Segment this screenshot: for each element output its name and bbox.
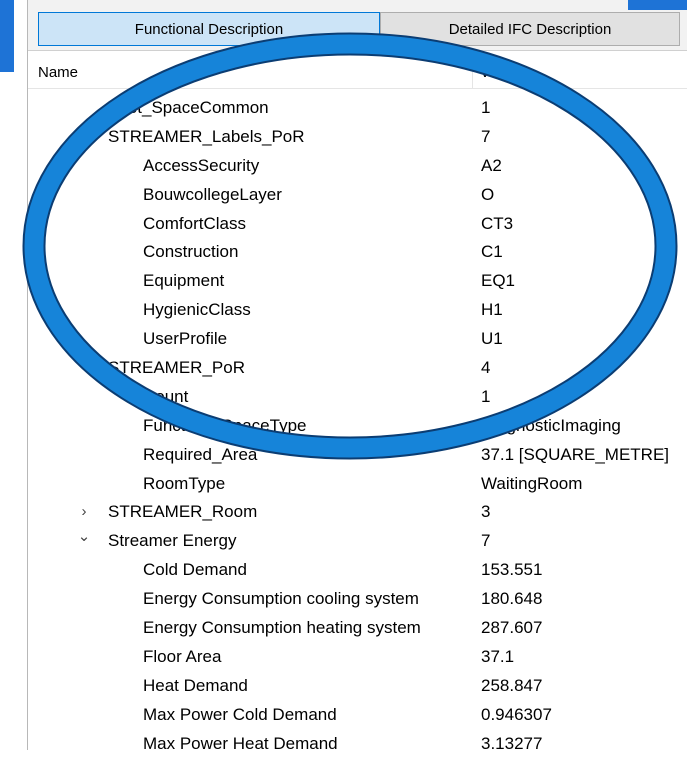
property-row[interactable]: Floor Area 37.1 — [28, 643, 687, 672]
row-name: Streamer Energy — [108, 531, 237, 551]
property-row[interactable]: RoomType WaitingRoom — [28, 470, 687, 499]
row-name: AccessSecurity — [143, 155, 260, 175]
tab-functional-description[interactable]: Functional Description — [38, 12, 380, 46]
property-row[interactable]: Construction C1 — [28, 238, 687, 267]
column-header-row: Name Value — [28, 58, 687, 89]
property-row[interactable]: HygienicClass H1 — [28, 296, 687, 325]
row-value: 4 — [481, 358, 491, 378]
property-set-row[interactable]: ⌄ Streamer Energy 7 — [28, 527, 687, 556]
row-name: Count — [143, 386, 189, 406]
property-row[interactable]: Max Power Heat Demand 3.13277 — [28, 730, 687, 759]
left-accent-bar — [0, 0, 14, 72]
row-value: 7 — [481, 531, 491, 551]
row-name: Pset_SpaceCommon — [108, 98, 269, 117]
row-name: Max Power Heat Demand — [143, 733, 338, 753]
property-row[interactable]: Cold Demand 153.551 — [28, 556, 687, 585]
column-divider[interactable] — [472, 58, 473, 88]
property-row[interactable]: FunctionalSpaceType DiagnosticImaging — [28, 412, 687, 441]
row-value: 7 — [481, 126, 491, 146]
row-name: Equipment — [143, 271, 225, 291]
property-row[interactable]: Energy Consumption heating system 287.607 — [28, 614, 687, 643]
row-value: 1 — [481, 386, 491, 406]
row-value: 1 — [481, 98, 491, 117]
property-row[interactable]: Required_Area 37.1 [SQUARE_METRE] — [28, 441, 687, 470]
property-set-row[interactable]: › STREAMER_Room 3 — [28, 498, 687, 527]
row-value: O — [481, 184, 495, 204]
row-name: ComfortClass — [143, 213, 246, 233]
row-name: Heat Demand — [143, 675, 248, 695]
tab-detailed-ifc-description[interactable]: Detailed IFC Description — [380, 12, 680, 46]
row-value: 287.607 — [481, 618, 543, 638]
row-name: FunctionalSpaceType — [143, 415, 307, 435]
row-name: BouwcollegeLayer — [143, 184, 282, 204]
chevron-down-icon[interactable]: ⌄ — [76, 354, 92, 374]
row-name: UserProfile — [143, 329, 228, 349]
property-row[interactable]: AccessSecurity A2 — [28, 152, 687, 181]
row-value: 37.1 — [481, 646, 515, 666]
row-value: 180.648 — [481, 589, 543, 609]
left-window-strip — [0, 0, 27, 750]
row-name: RoomType — [143, 473, 226, 493]
row-value: 0.946307 — [481, 704, 552, 724]
row-value: 153.551 — [481, 560, 543, 580]
row-value: 3.13277 — [481, 733, 543, 753]
row-name: STREAMER_Labels_PoR — [108, 126, 305, 146]
property-tree: Pset_SpaceCommon 1 ⌄ STREAMER_Labels_PoR 7 Ac… — [28, 94, 687, 758]
row-name: Energy Consumption cooling system — [143, 589, 419, 609]
row-value: CT3 — [481, 213, 514, 233]
row-value: C1 — [481, 242, 503, 262]
row-name: STREAMER_Room — [108, 502, 258, 522]
corner-accent-bar — [628, 0, 687, 10]
property-row[interactable]: Equipment EQ1 — [28, 267, 687, 296]
row-name: Floor Area — [143, 646, 222, 666]
row-value: 258.847 — [481, 675, 543, 695]
chevron-down-icon[interactable]: ⌄ — [76, 527, 92, 547]
row-value: DiagnosticImaging — [481, 415, 621, 435]
row-name: Construction — [143, 242, 239, 262]
row-name: Required_Area — [143, 444, 258, 464]
tab-bar: Functional Description Detailed IFC Desc… — [28, 0, 687, 51]
row-name: Max Power Cold Demand — [143, 704, 337, 724]
property-set-row[interactable]: Pset_SpaceCommon 1 — [28, 94, 687, 123]
property-row[interactable]: Max Power Cold Demand 0.946307 — [28, 701, 687, 730]
property-row[interactable]: Count 1 — [28, 383, 687, 412]
row-value: U1 — [481, 329, 503, 349]
row-value: A2 — [481, 155, 502, 175]
row-value: WaitingRoom — [481, 473, 583, 493]
property-row[interactable]: Heat Demand 258.847 — [28, 672, 687, 701]
property-set-row[interactable]: ⌄ STREAMER_PoR 4 — [28, 354, 687, 383]
column-header-value[interactable]: Value — [480, 64, 517, 81]
row-value: H1 — [481, 300, 503, 320]
row-name: HygienicClass — [143, 300, 251, 320]
row-name: STREAMER_PoR — [108, 358, 245, 378]
property-row[interactable]: BouwcollegeLayer O — [28, 181, 687, 210]
row-value: 37.1 [SQUARE_METRE] — [481, 444, 670, 464]
chevron-right-icon[interactable]: › — [76, 498, 92, 527]
property-set-row[interactable]: ⌄ STREAMER_Labels_PoR 7 — [28, 123, 687, 152]
chevron-down-icon[interactable]: ⌄ — [76, 123, 92, 143]
row-name: Cold Demand — [143, 560, 247, 580]
property-row[interactable]: ComfortClass CT3 — [28, 210, 687, 239]
properties-panel: Functional Description Detailed IFC Desc… — [27, 0, 687, 753]
property-row[interactable]: Energy Consumption cooling system 180.648 — [28, 585, 687, 614]
column-header-name[interactable]: Name — [38, 64, 78, 81]
row-value: 3 — [481, 502, 491, 522]
property-row[interactable]: UserProfile U1 — [28, 325, 687, 354]
row-value: EQ1 — [481, 271, 516, 291]
row-name: Energy Consumption heating system — [143, 618, 421, 638]
